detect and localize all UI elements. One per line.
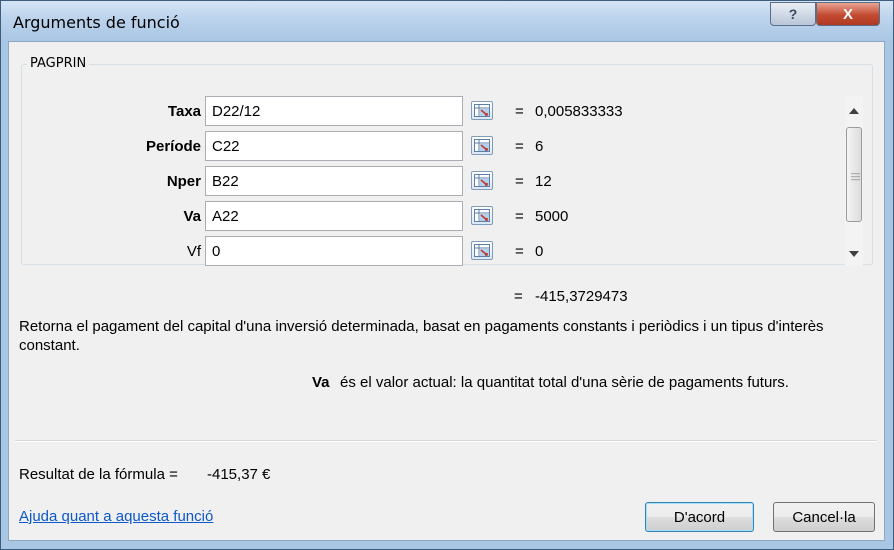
ok-label: D'acord	[673, 508, 726, 526]
argument-input[interactable]	[205, 166, 463, 196]
argument-label: Nper	[166, 173, 201, 190]
arguments-scrollbar[interactable]: — — —	[845, 96, 863, 266]
argument-input[interactable]	[205, 96, 463, 126]
scroll-down-icon[interactable]	[849, 251, 859, 257]
question-icon: ?	[788, 6, 798, 22]
argument-input[interactable]	[205, 201, 463, 231]
collapse-dialog-icon[interactable]	[471, 171, 493, 190]
argument-result: 5000	[535, 208, 569, 225]
argument-row-nper: Nper = 12	[9, 166, 849, 196]
title-bar[interactable]: Arguments de funció ? X	[1, 1, 893, 41]
cancel-button[interactable]: Cancel·la	[773, 502, 875, 532]
result-eq: =	[514, 288, 523, 305]
collapse-dialog-icon[interactable]	[471, 136, 493, 155]
help-button[interactable]: ?	[770, 2, 816, 26]
argument-eq: =	[515, 103, 524, 120]
argument-label: Taxa	[167, 103, 201, 120]
argument-input[interactable]	[205, 236, 463, 266]
arg-help-name: Va	[312, 374, 330, 391]
collapse-dialog-icon[interactable]	[471, 241, 493, 260]
argument-input[interactable]	[205, 131, 463, 161]
formula-result-label: Resultat de la fórmula =	[19, 466, 178, 483]
argument-eq: =	[515, 208, 524, 225]
help-link[interactable]: Ajuda quant a aquesta funció	[19, 508, 213, 525]
divider	[15, 440, 877, 442]
argument-label: Període	[145, 138, 201, 155]
function-result: -415,3729473	[535, 288, 628, 305]
collapse-dialog-icon[interactable]	[471, 101, 493, 120]
formula-result-value: -415,37 €	[207, 466, 271, 483]
function-arguments-dialog: Arguments de funció ? X PAGPRIN Taxa = 0,0…	[0, 0, 894, 550]
function-name: PAGPRIN	[27, 56, 90, 71]
arguments-group	[21, 64, 873, 265]
dialog-body: PAGPRIN Taxa = 0,005833333 Període = 6 Nper = 12…	[8, 41, 885, 541]
scroll-up-icon[interactable]	[849, 108, 859, 114]
argument-eq: =	[515, 173, 524, 190]
close-icon: X	[842, 5, 853, 23]
ok-button[interactable]: D'acord	[645, 502, 754, 532]
window-title: Arguments de funció	[13, 13, 180, 32]
argument-result: 0	[535, 243, 544, 260]
collapse-dialog-icon[interactable]	[471, 206, 493, 225]
scroll-thumb[interactable]: — — —	[846, 127, 862, 222]
argument-result: 0,005833333	[535, 103, 623, 120]
argument-row-període: Període = 6	[9, 131, 849, 161]
argument-result: 12	[535, 173, 552, 190]
cancel-label: Cancel·la	[792, 508, 856, 526]
argument-eq: =	[515, 243, 524, 260]
argument-row-vf: Vf = 0	[9, 236, 849, 266]
argument-result: 6	[535, 138, 544, 155]
close-button[interactable]: X	[816, 2, 880, 26]
argument-row-va: Va = 5000	[9, 201, 849, 231]
argument-label: Va	[183, 208, 201, 225]
function-description: Retorna el pagament del capital d'una in…	[19, 318, 824, 354]
argument-row-taxa: Taxa = 0,005833333	[9, 96, 849, 126]
arg-help-text: és el valor actual: la quantitat total d…	[340, 374, 789, 391]
grip-icon: — — —	[851, 168, 860, 184]
argument-label: Vf	[186, 243, 201, 260]
argument-eq: =	[515, 138, 524, 155]
